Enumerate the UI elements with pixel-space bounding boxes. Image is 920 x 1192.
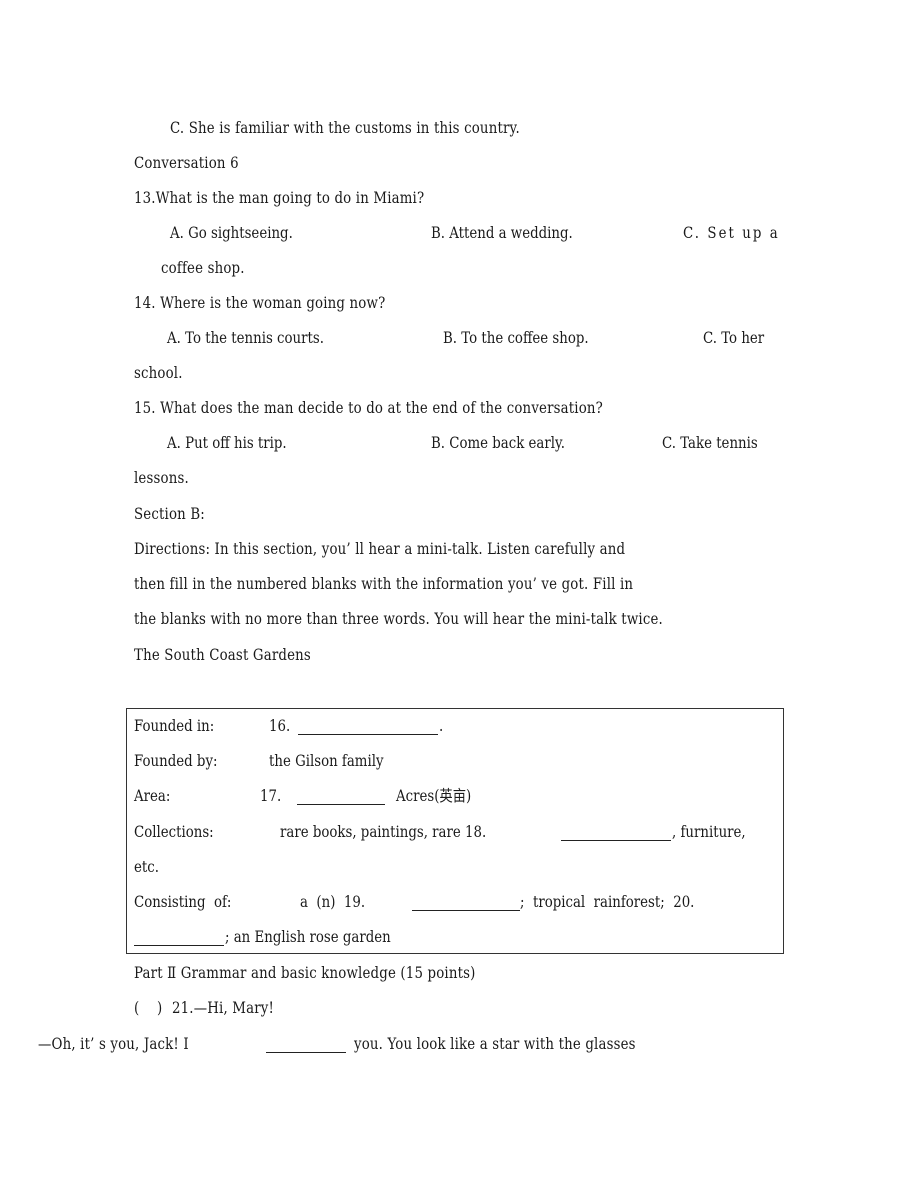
option-text: C. She is familiar with the customs in t…	[170, 119, 520, 137]
collections-wrap: etc.	[134, 858, 159, 876]
consisting-label: Consisting of:	[134, 893, 232, 911]
founded-in-label: Founded in:	[134, 717, 215, 735]
option-a: A. Go sightseeing.	[170, 224, 293, 242]
punctuation: .	[439, 717, 444, 735]
consisting-text: a (n) 19.	[300, 893, 366, 911]
answer-blank-18[interactable]	[561, 825, 671, 841]
option-c-wrap: lessons.	[134, 469, 189, 487]
answer-paren[interactable]: ( )	[134, 998, 162, 1018]
directions-line: Directions: In this section, you’ ll hea…	[134, 540, 626, 558]
consisting-text: ; tropical rainforest; 20.	[520, 893, 695, 911]
question-21-reply: —Oh, it’ s you, Jack! I	[38, 1035, 189, 1053]
directions-line: then fill in the numbered blanks with th…	[134, 575, 634, 593]
option-c: C. Take tennis	[662, 434, 758, 452]
question-21-reply: you. You look like a star with the glass…	[354, 1035, 636, 1053]
option-a: A. To the tennis courts.	[167, 329, 324, 347]
answer-blank-17[interactable]	[297, 789, 385, 805]
option-a: A. Put off his trip.	[167, 434, 287, 452]
question-15: 15. What does the man decide to do at th…	[134, 399, 603, 417]
question-13: 13.What is the man going to do in Miami?	[134, 189, 425, 207]
option-c-wrap: coffee shop.	[161, 259, 245, 277]
talk-title: The South Coast Gardens	[134, 646, 311, 664]
part-heading: Part Ⅱ Grammar and basic knowledge (15 p…	[134, 964, 476, 982]
founded-by-value: the Gilson family	[269, 752, 384, 770]
answer-blank-16[interactable]	[298, 719, 438, 735]
blank-number: 17.	[260, 787, 282, 805]
option-b: B. Attend a wedding.	[431, 224, 573, 242]
option-c-wrap: school.	[134, 364, 183, 382]
question-21: 21.—Hi, Mary!	[172, 999, 274, 1017]
area-label: Area:	[134, 787, 171, 805]
question-14: 14. Where is the woman going now?	[134, 294, 386, 312]
collections-label: Collections:	[134, 823, 214, 841]
section-heading: Section B:	[134, 505, 205, 523]
collections-text: rare books, paintings, rare 18.	[280, 823, 487, 841]
option-c: C. To her	[703, 329, 765, 347]
directions-line: the blanks with no more than three words…	[134, 610, 663, 628]
option-c: C. Set up a	[683, 224, 780, 242]
area-unit: Acres(英亩)	[396, 787, 472, 805]
blank-number: 16.	[269, 717, 291, 735]
option-b: B. Come back early.	[431, 434, 565, 452]
answer-blank-19[interactable]	[412, 895, 520, 911]
answer-blank-21[interactable]	[266, 1037, 346, 1053]
founded-by-label: Founded by:	[134, 752, 218, 770]
conversation-heading: Conversation 6	[134, 154, 239, 172]
answer-blank-20[interactable]	[134, 930, 224, 946]
option-b: B. To the coffee shop.	[443, 329, 589, 347]
consisting-text: ; an English rose garden	[225, 928, 391, 946]
collections-text: , furniture,	[672, 823, 746, 841]
